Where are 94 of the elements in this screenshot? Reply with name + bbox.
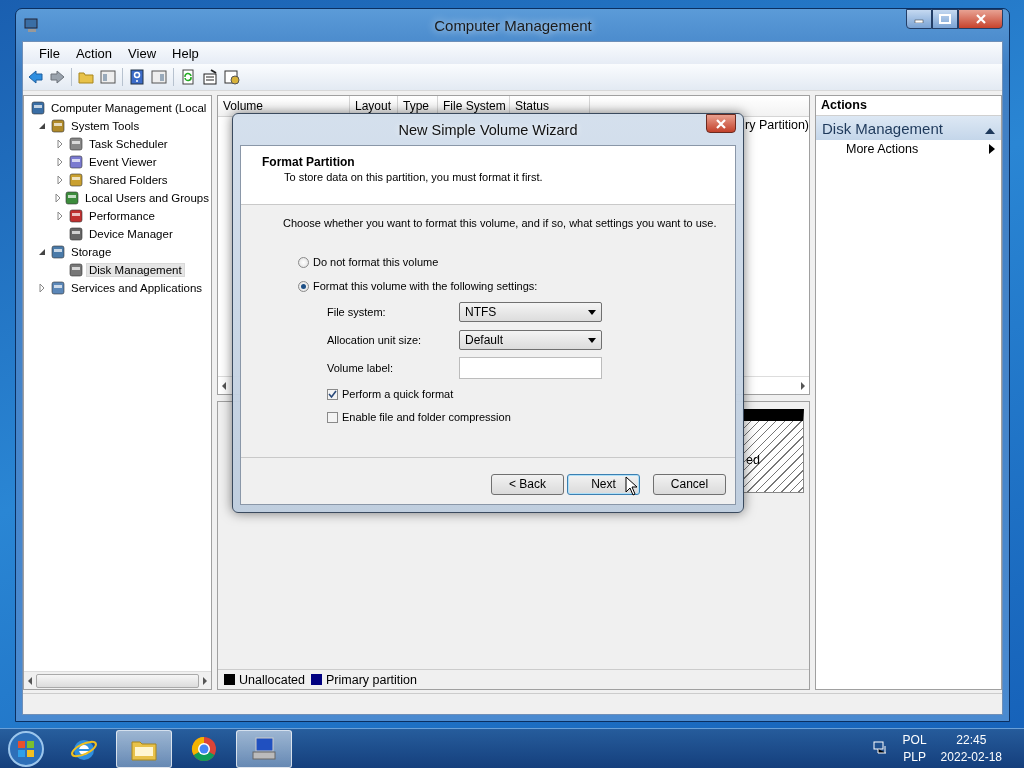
dropdown[interactable]: Default xyxy=(459,330,602,350)
close-icon xyxy=(715,118,727,129)
tree-item[interactable]: System Tools xyxy=(68,119,143,133)
expanded-caret-icon[interactable] xyxy=(38,122,46,130)
instruction-text: Choose whether you want to format this volume, and if so, what settings you want to use. xyxy=(283,217,718,229)
expanded-caret-icon[interactable] xyxy=(38,248,46,256)
page-heading: Format Partition xyxy=(262,155,356,169)
properties-icon[interactable] xyxy=(202,69,218,85)
close-button[interactable] xyxy=(706,114,736,133)
input-field[interactable] xyxy=(459,357,602,379)
collapsed-caret-icon[interactable] xyxy=(56,176,64,184)
close-button[interactable] xyxy=(958,9,1003,29)
field-label: Allocation unit size: xyxy=(327,334,423,346)
tree-node-icon xyxy=(68,136,84,152)
tree-node-icon xyxy=(50,118,66,134)
taskbar-button[interactable] xyxy=(116,730,172,768)
maximize-icon xyxy=(939,14,951,24)
computer-icon xyxy=(250,735,278,763)
radio-label: Format this volume with the following settings: xyxy=(313,280,538,292)
checkbox-label: Enable file and folder compression xyxy=(342,411,511,423)
tree-item[interactable]: Task Scheduler xyxy=(86,137,171,151)
ring-icon xyxy=(190,735,218,763)
tree-item[interactable]: Disk Management xyxy=(86,263,185,277)
close-icon xyxy=(974,14,987,24)
clock-date[interactable]: 2022-02-18 xyxy=(940,749,1002,766)
tree-node-icon xyxy=(68,226,84,242)
tree-item[interactable]: Shared Folders xyxy=(86,173,171,187)
language-indicator[interactable]: POL xyxy=(902,732,927,749)
network-icon[interactable] xyxy=(872,739,889,756)
field-label: Volume label: xyxy=(327,362,395,374)
back-arrow-icon[interactable] xyxy=(27,69,43,85)
checkbox[interactable] xyxy=(327,411,338,423)
tree-node-icon xyxy=(30,100,46,116)
legend-label: Primary partition xyxy=(326,672,417,687)
window-title: Computer Management xyxy=(433,16,593,34)
tree-item[interactable]: Device Manager xyxy=(86,227,176,241)
tree-node-icon xyxy=(64,190,80,206)
menu-item[interactable]: View xyxy=(120,45,165,61)
scroll-left-icon xyxy=(221,381,227,390)
checkbox-label: Perform a quick format xyxy=(342,388,454,400)
collapse-caret-icon xyxy=(985,127,995,134)
tree-node-icon xyxy=(68,208,84,224)
tree-node-icon xyxy=(50,280,66,296)
tree-item[interactable]: Local Users and Groups xyxy=(82,191,211,205)
collapsed-caret-icon[interactable] xyxy=(56,212,64,220)
tree-item[interactable]: Performance xyxy=(86,209,158,223)
page-subtitle: To store data on this partition, you must format it first. xyxy=(283,171,544,183)
actions-section[interactable]: Disk Management xyxy=(816,116,1001,140)
tree-item[interactable]: Services and Applications xyxy=(68,281,206,295)
dropdown-caret-icon xyxy=(588,309,596,315)
menu-item[interactable]: File xyxy=(31,45,68,61)
radio-button[interactable] xyxy=(298,280,309,292)
start-orb-icon[interactable] xyxy=(6,729,46,768)
collapsed-caret-icon[interactable] xyxy=(56,140,64,148)
minimize-button[interactable] xyxy=(906,9,932,29)
collapsed-caret-icon[interactable] xyxy=(38,284,46,292)
menu-item[interactable]: Help xyxy=(164,45,207,61)
table-cell: ry Partition) xyxy=(745,118,809,132)
legend-label: Unallocated xyxy=(239,672,305,687)
scrollbar-thumb[interactable] xyxy=(36,673,199,688)
tree-node-icon xyxy=(68,154,84,170)
keyboard-indicator[interactable]: PLP xyxy=(903,749,926,766)
dropdown-caret-icon xyxy=(588,337,596,343)
dialog-title: New Simple Volume Wizard xyxy=(398,121,578,138)
checkbox[interactable] xyxy=(327,388,338,400)
field-label: File system: xyxy=(327,306,387,318)
taskbar-button[interactable] xyxy=(236,730,292,768)
dropdown[interactable]: NTFS xyxy=(459,302,602,322)
computer-icon xyxy=(24,17,40,33)
forward-arrow-icon[interactable] xyxy=(49,69,65,85)
radio-label: Do not format this volume xyxy=(313,256,439,268)
scroll-right-icon xyxy=(202,676,208,685)
tree-item[interactable]: Event Viewer xyxy=(86,155,160,169)
action-link[interactable]: More Actions xyxy=(846,142,919,156)
tree-node-icon xyxy=(68,172,84,188)
collapsed-caret-icon[interactable] xyxy=(56,158,64,166)
scroll-left-icon xyxy=(27,676,33,685)
menu-item[interactable]: Action xyxy=(67,45,121,61)
dialog-button[interactable]: Next xyxy=(567,473,640,495)
partition-label: ed xyxy=(746,453,760,467)
submenu-arrow-icon xyxy=(989,144,995,154)
clock-time[interactable]: 22:45 xyxy=(956,732,987,749)
scroll-right-icon xyxy=(800,381,806,390)
radio-button[interactable] xyxy=(298,256,309,268)
collapsed-caret-icon[interactable] xyxy=(54,194,62,202)
mouse-pointer-icon xyxy=(625,476,638,496)
dialog-button[interactable]: < Back xyxy=(491,473,564,495)
tree-item[interactable]: Storage xyxy=(68,245,115,259)
maximize-button[interactable] xyxy=(932,9,958,29)
dialog-button[interactable]: Cancel xyxy=(653,473,726,495)
refresh-icon[interactable] xyxy=(180,69,196,85)
tree-node-icon xyxy=(68,262,84,278)
tree-node-icon xyxy=(50,244,66,260)
tree-item[interactable]: Computer Management (Local xyxy=(48,101,210,115)
